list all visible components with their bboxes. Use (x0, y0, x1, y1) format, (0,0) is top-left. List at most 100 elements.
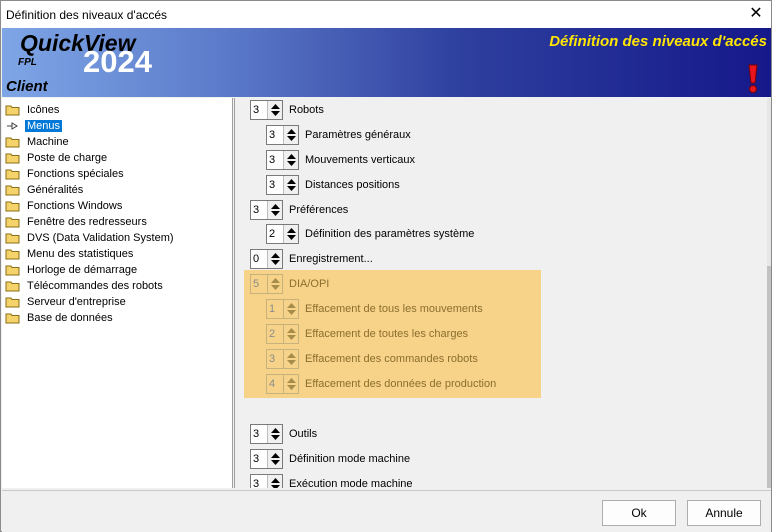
tree-item[interactable]: Horloge de démarrage (5, 262, 139, 278)
settings-panel: 3 Robots 3 Paramètres généraux 3 Mouvements v… (234, 98, 771, 488)
cancel-button[interactable]: Annule (687, 500, 761, 526)
folder-icon (5, 249, 20, 260)
spin-up-icon (271, 104, 280, 109)
access-level-spinner[interactable]: 3 (266, 125, 299, 145)
tree-item[interactable]: Généralités (5, 182, 85, 198)
tree-item-label: Généralités (27, 184, 84, 196)
folder-icon (5, 169, 20, 180)
spin-down-icon (271, 111, 280, 116)
tree-item[interactable]: Serveur d'entreprise (5, 294, 128, 310)
spin-up-icon (271, 478, 280, 483)
access-level-spinner: 4 (266, 374, 299, 394)
access-level-label: Effacement des données de production (305, 378, 497, 390)
spin-arrows[interactable] (267, 201, 282, 219)
spin-down-icon (271, 260, 280, 265)
scrollbar-thumb[interactable] (767, 266, 771, 488)
access-level-value: 0 (253, 253, 260, 265)
access-level-row: 3 Effacement des commandes robots (266, 349, 478, 369)
access-level-spinner: 2 (266, 324, 299, 344)
access-level-label: Définition mode machine (289, 453, 411, 465)
spin-arrows (283, 300, 298, 318)
access-level-row: 3 Exécution mode machine (250, 474, 413, 488)
vertical-scrollbar[interactable] (767, 98, 771, 488)
folder-icon (5, 153, 20, 164)
spin-arrows[interactable] (267, 475, 282, 488)
tree-item[interactable]: Fenêtre des redresseurs (5, 214, 149, 230)
spin-down-icon (287, 360, 296, 365)
tree-item-label: Fonctions Windows (27, 200, 123, 212)
access-level-value: 3 (253, 428, 260, 440)
access-level-label: Définition des paramètres système (305, 228, 475, 240)
spin-arrows[interactable] (267, 425, 282, 443)
tree-item[interactable]: Fonctions Windows (5, 198, 124, 214)
arrow-icon (7, 122, 18, 130)
folder-icon (5, 185, 20, 196)
access-level-row: 2 Effacement de toutes les charges (266, 324, 468, 344)
spin-arrows[interactable] (267, 450, 282, 468)
access-level-label: Enregistrement... (289, 253, 373, 265)
access-level-value: 3 (253, 104, 260, 116)
spin-down-icon (271, 285, 280, 290)
spin-arrows (283, 375, 298, 393)
spin-down-icon (287, 235, 296, 240)
spin-arrows[interactable] (267, 250, 282, 268)
ok-button[interactable]: Ok (602, 500, 676, 526)
spin-arrows (267, 275, 282, 293)
access-level-label: Paramètres généraux (305, 129, 411, 141)
spin-up-icon (271, 253, 280, 258)
access-level-value: 3 (269, 129, 276, 141)
spin-down-icon (287, 161, 296, 166)
access-level-row: 3 Outils (250, 424, 317, 444)
access-level-spinner[interactable]: 3 (250, 474, 283, 488)
title-bar: Définition des niveaux d'accés ✕ (1, 1, 771, 28)
close-icon[interactable]: ✕ (741, 1, 771, 28)
spin-arrows[interactable] (283, 225, 298, 243)
spin-arrows[interactable] (283, 126, 298, 144)
spin-arrows[interactable] (283, 176, 298, 194)
dialog-heading: Définition des niveaux d'accés (549, 33, 767, 50)
access-level-spinner[interactable]: 0 (250, 249, 283, 269)
spin-arrows[interactable] (283, 151, 298, 169)
access-level-label: Exécution mode machine (289, 478, 413, 488)
spin-down-icon (287, 310, 296, 315)
tree-item-label: DVS (Data Validation System) (27, 232, 174, 244)
access-level-label: Effacement de tous les mouvements (305, 303, 483, 315)
spin-arrows[interactable] (267, 101, 282, 119)
folder-icon (5, 313, 20, 324)
access-level-spinner[interactable]: 2 (266, 224, 299, 244)
window-title: Définition des niveaux d'accés (6, 8, 168, 22)
access-level-label: Préférences (289, 204, 349, 216)
folder-icon (5, 137, 20, 148)
access-level-spinner[interactable]: 3 (250, 100, 283, 120)
access-level-row: 3 Robots (250, 100, 324, 120)
tree-item[interactable]: Menus (5, 118, 63, 134)
access-levels-dialog: Définition des niveaux d'accés ✕ QuickVi… (0, 0, 772, 532)
access-level-spinner[interactable]: 3 (250, 449, 283, 469)
folder-icon (5, 297, 20, 308)
access-level-row: 0 Enregistrement... (250, 249, 373, 269)
access-level-value: 2 (269, 328, 276, 340)
spin-up-icon (271, 453, 280, 458)
category-tree: Icônes Menus Machine Poste de charge Fonctio… (2, 98, 233, 488)
spin-down-icon (287, 136, 296, 141)
access-level-spinner[interactable]: 3 (266, 175, 299, 195)
tree-item[interactable]: Menu des statistiques (5, 246, 135, 262)
tree-item[interactable]: Télécommandes des robots (5, 278, 165, 294)
access-level-spinner: 3 (266, 349, 299, 369)
spin-up-icon (271, 428, 280, 433)
spin-down-icon (271, 485, 280, 488)
tree-item-label: Base de données (27, 312, 113, 324)
client-label: Client (6, 78, 48, 95)
access-level-spinner: 1 (266, 299, 299, 319)
spin-arrows (283, 325, 298, 343)
tree-item[interactable]: Fonctions spéciales (5, 166, 126, 182)
access-level-spinner[interactable]: 3 (250, 200, 283, 220)
spin-down-icon (287, 186, 296, 191)
tree-item[interactable]: Base de données (5, 310, 115, 326)
tree-item[interactable]: DVS (Data Validation System) (5, 230, 176, 246)
access-level-spinner[interactable]: 3 (266, 150, 299, 170)
access-level-spinner[interactable]: 3 (250, 424, 283, 444)
tree-item[interactable]: Icônes (5, 102, 61, 118)
tree-item[interactable]: Machine (5, 134, 71, 150)
tree-item[interactable]: Poste de charge (5, 150, 109, 166)
